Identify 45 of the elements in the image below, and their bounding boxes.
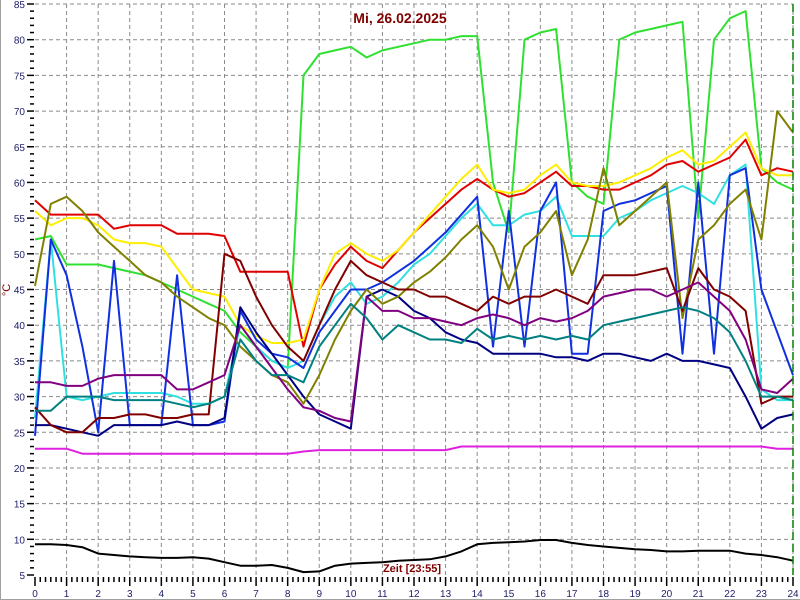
tick-label: 85 <box>14 0 25 11</box>
tick-label: 20 <box>14 464 25 475</box>
tick-label: 5 <box>19 571 25 582</box>
tick-label: 21 <box>692 589 704 600</box>
tick-label: 40 <box>14 321 25 332</box>
tick-label: 45 <box>14 286 25 296</box>
tick-label: 3 <box>126 589 133 600</box>
tick-label: 2 <box>95 589 101 600</box>
axis-title: Zeit [23:55] <box>382 563 442 575</box>
tick-label: 20 <box>661 589 672 600</box>
tick-label: 14 <box>472 589 483 600</box>
tick-label: 60 <box>14 178 25 190</box>
tick-label: 10 <box>345 589 356 600</box>
tick-label: 10 <box>14 535 25 546</box>
tick-label: 15 <box>14 500 25 511</box>
tick-label: 9 <box>316 589 322 600</box>
tick-label: 12 <box>408 589 420 600</box>
tick-label: 0 <box>32 589 38 600</box>
tick-label: 24 <box>787 589 799 600</box>
tick-label: 22 <box>724 589 736 600</box>
tick-label: 11 <box>377 589 388 600</box>
tick-label: 6 <box>222 589 228 600</box>
tick-label: 7 <box>253 589 259 600</box>
tick-label: 55 <box>14 214 25 226</box>
tick-label: 50 <box>14 250 25 261</box>
tick-label: 65 <box>14 142 25 154</box>
tick-label: 19 <box>630 589 641 600</box>
tick-label: 80 <box>14 36 25 47</box>
tick-label: 23 <box>756 589 767 600</box>
tick-label: 75 <box>14 71 25 82</box>
tick-label: 8 <box>284 589 290 600</box>
tick-label: 5 <box>190 589 196 600</box>
axis-title: °C <box>1 284 13 296</box>
tick-label: 35 <box>14 356 25 368</box>
chart-title: Mi, 26.02.2025 <box>353 10 447 26</box>
tick-label: 70 <box>14 107 25 118</box>
tick-label: 16 <box>534 589 546 600</box>
tick-label: 15 <box>503 589 514 600</box>
tick-label: 13 <box>440 589 452 600</box>
tick-label: 25 <box>14 428 25 440</box>
tick-label: 1 <box>64 589 70 600</box>
tick-label: 4 <box>158 589 164 600</box>
tick-label: 18 <box>598 589 610 600</box>
tick-label: 30 <box>14 392 25 404</box>
tick-label: 17 <box>566 589 578 600</box>
